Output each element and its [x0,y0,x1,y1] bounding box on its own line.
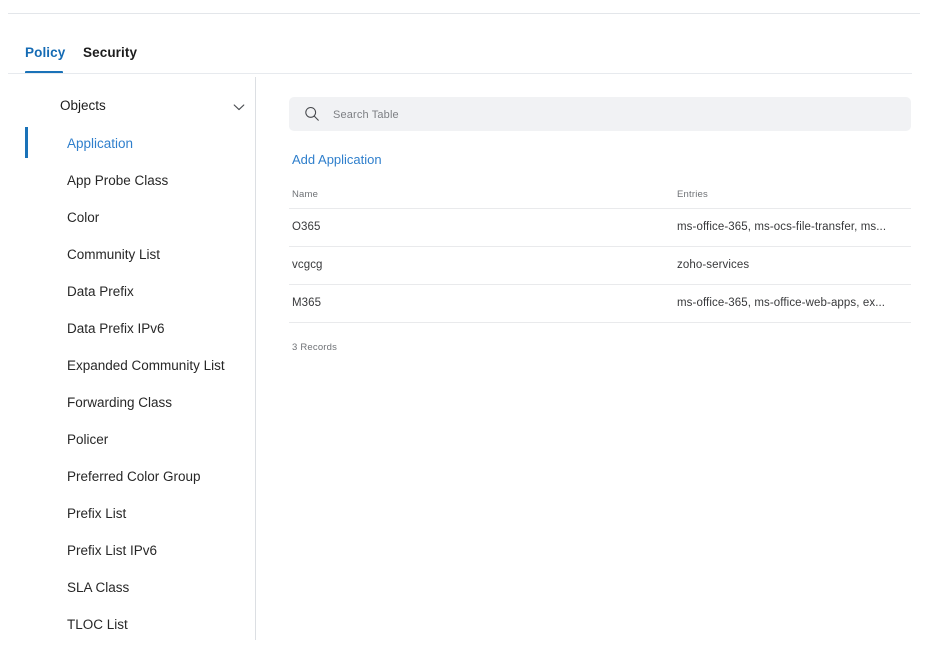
sidebar-item-label: Data Prefix [67,284,134,299]
sidebar-active-indicator [25,127,28,158]
sidebar-item-prefix-list[interactable]: Prefix List [0,503,255,540]
cell-entries: ms-office-365, ms-office-web-apps, ex... [677,297,886,309]
sidebar-item-label: SLA Class [67,580,130,595]
sidebar-item-preferred-color-group[interactable]: Preferred Color Group [0,466,255,503]
sidebar-item-community-list[interactable]: Community List [0,244,255,281]
main-content: Search Table Add Application Name Entrie… [256,77,932,654]
sidebar-item-prefix-list-ipv6[interactable]: Prefix List IPv6 [0,540,255,577]
search-input[interactable]: Search Table [289,97,911,131]
sidebar-item-tloc-list[interactable]: TLOC List [0,614,255,651]
table-header-row: Name Entries [289,182,911,209]
sidebar-item-label: Prefix List [67,506,127,521]
sidebar-item-data-prefix[interactable]: Data Prefix [0,281,255,318]
table-row[interactable]: vcgcg zoho-services [289,247,911,285]
sidebar-item-label: Expanded Community List [67,358,225,373]
sidebar-item-label: Application [67,136,134,151]
sidebar-item-label: Forwarding Class [67,395,173,410]
sidebar-item-color[interactable]: Color [0,207,255,244]
cell-name: vcgcg [292,259,323,271]
sidebar-item-list: Application App Probe Class Color Commun… [0,127,255,651]
cell-name: M365 [292,297,322,309]
sidebar-item-app-probe-class[interactable]: App Probe Class [0,170,255,207]
cell-name: O365 [292,221,321,233]
sidebar-item-label: Community List [67,247,161,262]
tab-bar: Policy Security [0,44,932,74]
tab-bar-divider [8,73,912,74]
sidebar-item-forwarding-class[interactable]: Forwarding Class [0,392,255,429]
sidebar-group-objects[interactable]: Objects [0,96,255,118]
tab-policy[interactable]: Policy [25,44,65,62]
sidebar-item-policer[interactable]: Policer [0,429,255,466]
applications-table: Name Entries O365 ms-office-365, ms-ocs-… [289,182,911,323]
sidebar-item-label: App Probe Class [67,173,169,188]
tab-security[interactable]: Security [83,44,137,62]
sidebar-item-label: Prefix List IPv6 [67,543,158,558]
table-row[interactable]: M365 ms-office-365, ms-office-web-apps, … [289,285,911,323]
cell-entries: zoho-services [677,259,750,271]
column-header-entries: Entries [677,189,708,200]
sidebar-item-sla-class[interactable]: SLA Class [0,577,255,614]
search-placeholder: Search Table [333,109,399,121]
search-icon [303,105,321,123]
sidebar-item-label: TLOC List [67,617,128,632]
sidebar-item-data-prefix-ipv6[interactable]: Data Prefix IPv6 [0,318,255,355]
sidebar-item-label: Policer [67,432,109,447]
add-application-link[interactable]: Add Application [292,151,382,168]
sidebar: Objects Application App Probe Class Colo… [0,77,255,654]
top-divider [8,13,920,14]
column-header-name: Name [292,189,319,200]
chevron-down-icon[interactable] [231,99,247,115]
sidebar-item-label: Data Prefix IPv6 [67,321,165,336]
sidebar-item-label: Preferred Color Group [67,469,201,484]
table-row[interactable]: O365 ms-office-365, ms-ocs-file-transfer… [289,209,911,247]
sidebar-group-label: Objects [60,98,106,113]
record-count: 3 Records [292,342,338,353]
sidebar-item-label: Color [67,210,100,225]
sidebar-item-expanded-community-list[interactable]: Expanded Community List [0,355,255,392]
sidebar-item-application[interactable]: Application [0,127,255,170]
cell-entries: ms-office-365, ms-ocs-file-transfer, ms.… [677,221,887,233]
